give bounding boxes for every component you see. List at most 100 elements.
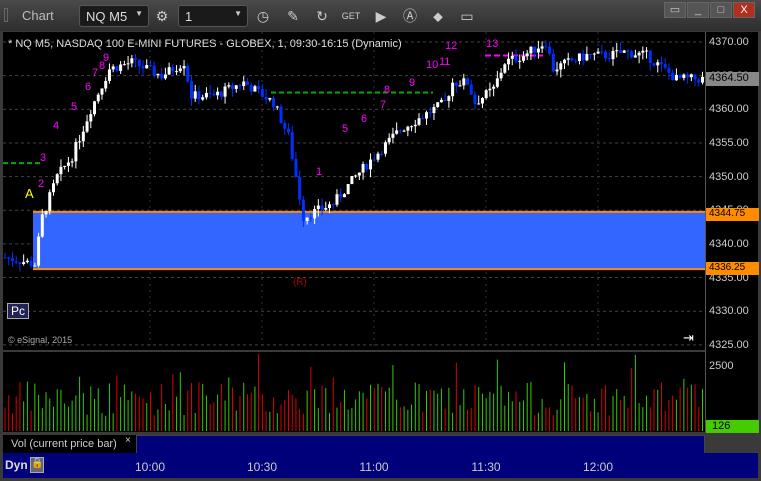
candle (529, 46, 533, 54)
candle (521, 56, 525, 61)
candle (249, 85, 253, 92)
scroll-to-end-icon[interactable]: ⇥ (683, 330, 694, 346)
candle (387, 137, 391, 143)
count-label: 5 (342, 123, 348, 135)
candle (204, 92, 208, 98)
candle (313, 209, 317, 219)
candle (324, 208, 328, 210)
candle (186, 65, 190, 82)
pencil-icon[interactable]: ✎ (283, 6, 303, 26)
comment-icon[interactable]: ▭ (457, 6, 477, 26)
price-tick: 4340.00 (709, 237, 749, 250)
candle (253, 86, 257, 92)
zone-high-label: 4344.75 (706, 208, 759, 221)
lock-icon[interactable]: 🔒 (30, 457, 44, 473)
candle (44, 211, 48, 215)
candle (66, 162, 70, 166)
time-tick: 12:00 (582, 460, 614, 474)
candle (126, 63, 130, 65)
candle (645, 50, 649, 52)
refresh-icon[interactable]: ↻ (312, 6, 332, 26)
candle (391, 133, 395, 138)
candle (443, 99, 447, 101)
candle (563, 59, 566, 64)
count-label: 9 (103, 52, 109, 64)
candle (518, 60, 522, 62)
candle (339, 194, 343, 198)
candle (544, 46, 548, 48)
remove-study-button[interactable]: × (125, 435, 131, 446)
candle (656, 62, 660, 66)
chevron-down-icon: ▼ (135, 9, 143, 18)
candle (361, 163, 365, 173)
candle (301, 199, 305, 221)
alert-icon[interactable]: Ⓐ (400, 6, 420, 26)
clock-icon[interactable]: ◷ (253, 6, 273, 26)
price-axis[interactable]: 4370.004365.004360.004355.004350.004345.… (705, 32, 759, 433)
candle (152, 65, 156, 76)
candle (574, 60, 578, 62)
count-label: 12 (445, 40, 457, 52)
candle (286, 128, 290, 133)
time-tick: 10:00 (134, 460, 166, 474)
candle (37, 236, 41, 266)
link-icon[interactable]: ⬥ (428, 6, 448, 26)
candle (122, 64, 126, 66)
candle (268, 97, 272, 100)
candle (175, 71, 179, 73)
candle (395, 130, 399, 134)
price-chart[interactable]: 1 2 3 4 5 6 7 8 9 5 6 7 8 9 10 11 12 13 * NQ M5, NASDAQ 1… (3, 32, 761, 350)
price-tick: 4325.00 (709, 338, 749, 351)
candle (298, 176, 302, 200)
candle (167, 67, 171, 75)
candle (107, 69, 111, 81)
candle (607, 58, 611, 60)
candle (63, 165, 67, 167)
candle (331, 204, 335, 206)
candle (536, 48, 540, 53)
candle (279, 106, 283, 123)
candle (484, 90, 488, 99)
candle (22, 262, 26, 264)
count-label: 3 (40, 152, 46, 164)
minimize-icon[interactable]: _ (687, 2, 709, 18)
candle (182, 65, 186, 69)
candle (130, 58, 134, 64)
candle (551, 53, 555, 72)
candle (201, 97, 205, 100)
candle (548, 46, 552, 54)
settings-icon[interactable]: ⚙ (152, 6, 172, 26)
candle (555, 69, 559, 72)
candle (559, 63, 563, 70)
count-label: 5 (71, 101, 77, 113)
interval-select[interactable]: 1 ▼ (178, 5, 248, 27)
candle (622, 50, 626, 53)
price-tick: 4360.00 (709, 103, 749, 116)
candle (89, 114, 93, 122)
symbol-select[interactable]: NQ M5 ▼ (79, 5, 149, 27)
candle (85, 121, 89, 132)
maximize-icon[interactable]: □ (710, 2, 732, 18)
time-axis[interactable]: Dyn 🔒 10:00 10:30 11:00 11:30 12:00 (3, 453, 758, 478)
a-marker: A (25, 186, 34, 201)
candle (663, 64, 667, 68)
candle (14, 261, 18, 263)
pc-button[interactable]: Pc (7, 303, 30, 319)
candle (525, 53, 529, 57)
candle (671, 72, 675, 81)
candle (566, 58, 570, 60)
count-label: 6 (361, 113, 367, 125)
get-icon[interactable]: GET (341, 6, 361, 26)
volume-pane[interactable] (3, 352, 759, 432)
drag-grip-icon[interactable] (4, 8, 8, 22)
close-icon[interactable]: X (733, 2, 755, 18)
restore-icon[interactable]: ▭ (664, 2, 686, 18)
candle (626, 50, 630, 52)
play-icon[interactable]: ▶ (371, 6, 391, 26)
candle (376, 153, 380, 160)
candle (134, 58, 138, 60)
candle (447, 96, 451, 101)
candle (141, 66, 145, 69)
candle (454, 82, 458, 86)
dyn-label: Dyn (5, 458, 28, 472)
